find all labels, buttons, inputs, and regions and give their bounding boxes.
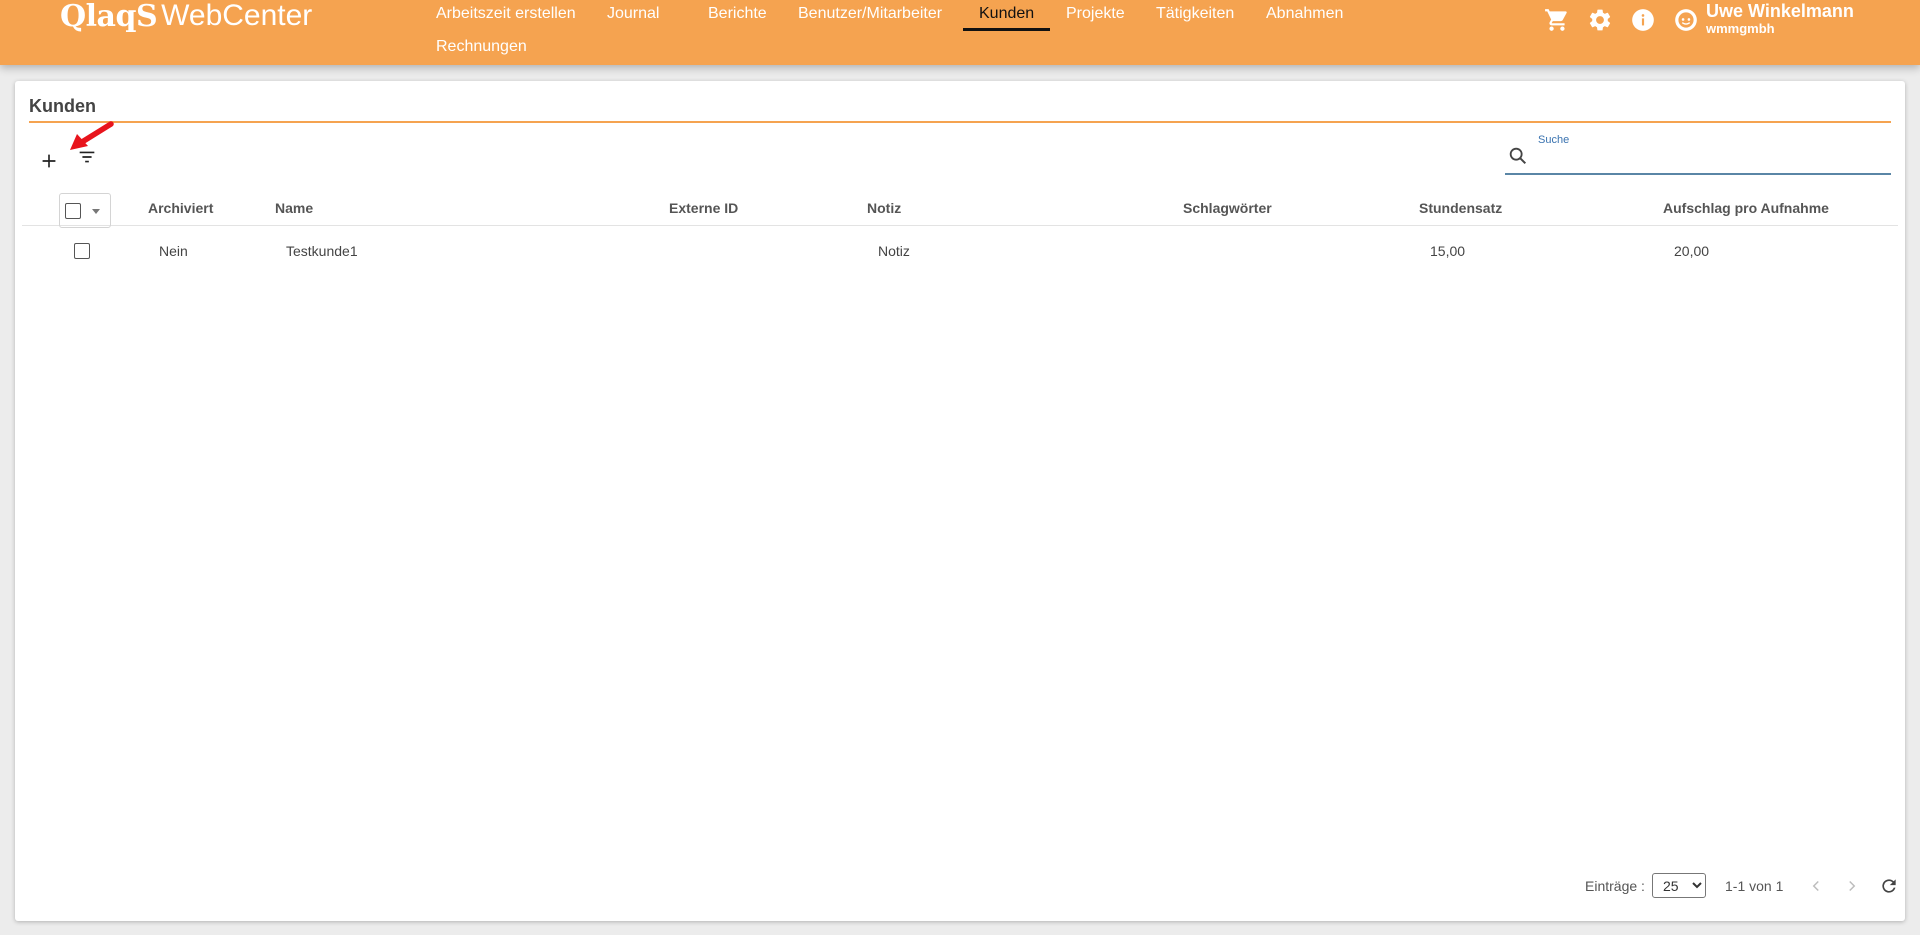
cell-name: Testkunde1 <box>286 243 358 259</box>
gear-icon[interactable] <box>1585 6 1615 34</box>
page-range: 1-1 von 1 <box>1725 878 1784 894</box>
logo-text: WebCenter <box>161 0 313 32</box>
red-arrow-annotation <box>70 121 114 150</box>
refresh-icon <box>1882 879 1896 893</box>
cell-stundensatz: 15,00 <box>1430 243 1466 259</box>
nav-item-berichte[interactable]: Berichte <box>692 0 783 31</box>
cell-archiviert: Nein <box>159 243 188 259</box>
nav-item-arbeitszeit-erstellen[interactable]: Arbeitszeit erstellen <box>420 0 592 31</box>
select-all-checkbox[interactable] <box>65 203 81 219</box>
select-all-dropdown[interactable] <box>59 193 111 228</box>
chevron-down-icon <box>92 209 100 214</box>
user-block[interactable]: Uwe Winkelmann wmmgmbh <box>1706 0 1854 36</box>
nav-item-taetigkeiten[interactable]: Tätigkeiten <box>1140 0 1250 31</box>
avatar-icon[interactable] <box>1671 6 1701 34</box>
logo-mark: QlaqS <box>60 0 158 34</box>
nav-item-journal[interactable]: Journal <box>591 0 675 31</box>
next-page-button[interactable] <box>1839 873 1865 899</box>
cart-icon[interactable] <box>1542 6 1572 34</box>
nav-item-abnahmen[interactable]: Abnahmen <box>1250 0 1359 31</box>
info-icon[interactable] <box>1628 6 1658 34</box>
row-checkbox[interactable] <box>74 243 90 259</box>
title-divider <box>29 121 1891 123</box>
previous-page-button[interactable] <box>1803 873 1829 899</box>
column-header-schlagwoerter[interactable]: Schlagwörter <box>1183 190 1272 226</box>
app-logo[interactable]: QlaqS WebCenter <box>60 0 313 34</box>
pagination-bar: Einträge : 25 1-1 von 1 <box>15 871 1905 901</box>
nav-item-rechnungen[interactable]: Rechnungen <box>420 33 543 64</box>
chevron-left-icon <box>1812 880 1819 892</box>
entries-label: Einträge : <box>1585 878 1645 894</box>
user-org: wmmgmbh <box>1706 21 1775 36</box>
table-row[interactable]: Nein Testkunde1 Notiz 15,00 20,00 <box>22 227 1898 275</box>
column-header-archiviert[interactable]: Archiviert <box>148 190 213 226</box>
search-label: Suche <box>1538 134 1570 146</box>
column-header-notiz[interactable]: Notiz <box>867 190 901 226</box>
column-header-name[interactable]: Name <box>275 190 313 226</box>
top-app-bar: QlaqS WebCenter Arbeitszeit erstellen Jo… <box>0 0 1920 65</box>
table-header: Archiviert Name Externe ID Notiz Schlagw… <box>22 190 1898 228</box>
nav-item-projekte[interactable]: Projekte <box>1050 0 1141 31</box>
cell-notiz: Notiz <box>878 243 910 259</box>
column-header-aufschlag[interactable]: Aufschlag pro Aufnahme <box>1663 190 1829 226</box>
cell-aufschlag: 20,00 <box>1674 243 1710 259</box>
page-title: Kunden <box>29 96 96 116</box>
nav-item-benutzer-mitarbeiter[interactable]: Benutzer/Mitarbeiter <box>782 0 958 31</box>
page-size-select[interactable]: 25 <box>1652 873 1706 898</box>
refresh-button[interactable] <box>1876 873 1902 899</box>
search-icon <box>1509 147 1527 165</box>
column-header-externe-id[interactable]: Externe ID <box>669 190 738 226</box>
nav-item-kunden[interactable]: Kunden <box>963 0 1051 31</box>
chevron-right-icon <box>1849 880 1856 892</box>
search-field[interactable]: Suche <box>1505 131 1891 175</box>
column-header-stundensatz[interactable]: Stundensatz <box>1419 190 1502 226</box>
user-name: Uwe Winkelmann <box>1706 1 1854 21</box>
customers-card: Kunden Suche Archiviert Name Externe ID … <box>15 81 1905 921</box>
search-input[interactable] <box>1538 148 1883 170</box>
